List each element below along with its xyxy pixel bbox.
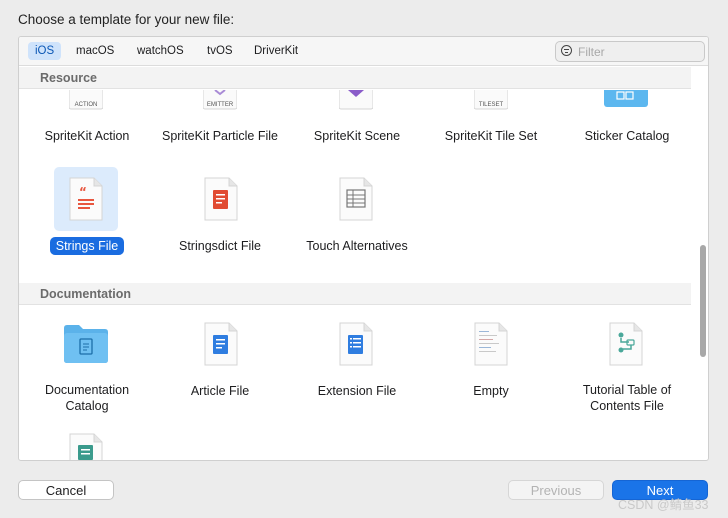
extension-file-icon (339, 322, 373, 366)
template-label: Touch Alternatives (306, 239, 408, 253)
touch-alternatives-icon (339, 177, 373, 221)
empty-file-icon (474, 322, 508, 366)
documentation-catalog-icon (64, 325, 108, 363)
watermark: CSDN @鲭鱼33 (618, 498, 709, 512)
section-header-resource: Resource (19, 67, 691, 89)
template-chooser-panel: iOS macOS watchOS tvOS DriverKit Resourc… (18, 36, 709, 461)
template-label: SpriteKit Action (44, 129, 130, 143)
spritekit-action-icon: ACTION (69, 90, 103, 110)
tutorial-toc-icon (609, 322, 643, 366)
svg-text:ACTION: ACTION (75, 102, 98, 108)
template-strings-file[interactable]: Strings File (19, 237, 155, 255)
template-spritekit-tile-set[interactable]: SpriteKit Tile Set (423, 127, 559, 145)
sticker-catalog-icon (604, 90, 648, 107)
template-label: Sticker Catalog (584, 129, 670, 143)
spritekit-particle-icon: EMITTER (203, 90, 237, 110)
filter-field[interactable] (555, 41, 705, 62)
tab-watchos[interactable]: watchOS (130, 42, 191, 60)
template-label: Stringsdict File (179, 239, 261, 253)
template-article-file[interactable]: Article File (152, 382, 288, 400)
spritekit-scene-icon (339, 90, 373, 110)
template-label: SpriteKit Scene (313, 129, 401, 143)
svg-text:EMITTER: EMITTER (207, 102, 234, 108)
article-file-icon (204, 322, 238, 366)
template-spritekit-action[interactable]: SpriteKit Action (19, 127, 155, 145)
template-empty[interactable]: Empty (423, 382, 559, 400)
spritekit-tileset-icon: TILESET (474, 90, 508, 110)
platform-tab-bar: iOS macOS watchOS tvOS DriverKit (19, 37, 708, 66)
template-label: Article File (190, 384, 250, 398)
template-label: SpriteKit Tile Set (444, 129, 538, 143)
template-tutorial-table-of-contents-file[interactable]: Tutorial Table of Contents File (559, 382, 695, 415)
template-label: Documentation Catalog (44, 383, 130, 413)
filter-icon (561, 45, 572, 56)
tab-tvos[interactable]: tvOS (200, 42, 240, 60)
previous-button[interactable]: Previous (508, 480, 604, 500)
template-sticker-catalog[interactable]: Sticker Catalog (559, 127, 695, 145)
tutorial-file-icon[interactable] (69, 433, 103, 460)
template-extension-file[interactable]: Extension File (289, 382, 425, 400)
svg-text:“: “ (79, 185, 87, 199)
template-label: Tutorial Table of Contents File (582, 383, 672, 413)
stringsdict-file-icon (204, 177, 238, 221)
cancel-button[interactable]: Cancel (18, 480, 114, 500)
tab-ios[interactable]: iOS (28, 42, 62, 60)
template-touch-alternatives[interactable]: Touch Alternatives (289, 237, 425, 255)
strings-file-icon: “ (69, 177, 103, 221)
template-stringsdict-file[interactable]: Stringsdict File (152, 237, 288, 255)
dialog-title: Choose a template for your new file: (18, 12, 235, 27)
section-header-documentation: Documentation (19, 283, 691, 305)
svg-text:TILESET: TILESET (479, 102, 504, 108)
template-label: Extension File (317, 384, 397, 398)
template-label: Strings File (49, 237, 125, 255)
tab-macos[interactable]: macOS (69, 42, 121, 60)
tab-driverkit[interactable]: DriverKit (247, 42, 305, 60)
template-spritekit-scene[interactable]: SpriteKit Scene (289, 127, 425, 145)
scrollbar-thumb[interactable] (700, 245, 706, 357)
template-label: Empty (473, 384, 509, 398)
vertical-scrollbar[interactable] (698, 65, 708, 460)
template-documentation-catalog[interactable]: Documentation Catalog (19, 382, 155, 415)
template-spritekit-particle-file[interactable]: SpriteKit Particle File (152, 127, 288, 145)
template-label: SpriteKit Particle File (161, 129, 278, 143)
filter-input[interactable] (576, 43, 700, 60)
